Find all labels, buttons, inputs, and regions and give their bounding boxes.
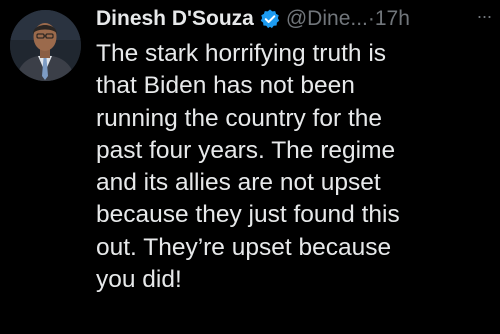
more-options-label: ··· [476,5,493,26]
verified-badge-icon [259,8,281,30]
separator-dot: · [367,7,375,30]
tweet-text-line: running the country for the [96,104,383,132]
avatar-image [10,10,81,81]
tweet-text-line: because they just found this [96,201,400,229]
tweet-header: Dinesh D'Souza @Dine... · 17h [96,4,496,34]
avatar[interactable] [10,10,81,81]
tweet-text-line: and its allies are not upset [96,169,381,197]
tweet-text: The stark horrifying truth is that Biden… [96,38,496,296]
timestamp[interactable]: 17h [375,7,410,31]
author-handle[interactable]: @Dine... [286,7,368,31]
tweet-text-line: you did! [96,266,182,294]
tweet-text-line: The stark horrifying truth is [96,40,387,67]
author-name[interactable]: Dinesh D'Souza [96,7,254,31]
tweet-text-line: that Biden has not been [96,72,355,100]
tweet-text-line: past four years. The regime [96,136,396,164]
tweet-card[interactable]: Dinesh D'Souza @Dine... · 17h ··· The st… [0,0,500,334]
more-options-icon[interactable]: ··· [472,4,496,28]
tweet-text-line: out. They’re upset because [96,233,392,261]
